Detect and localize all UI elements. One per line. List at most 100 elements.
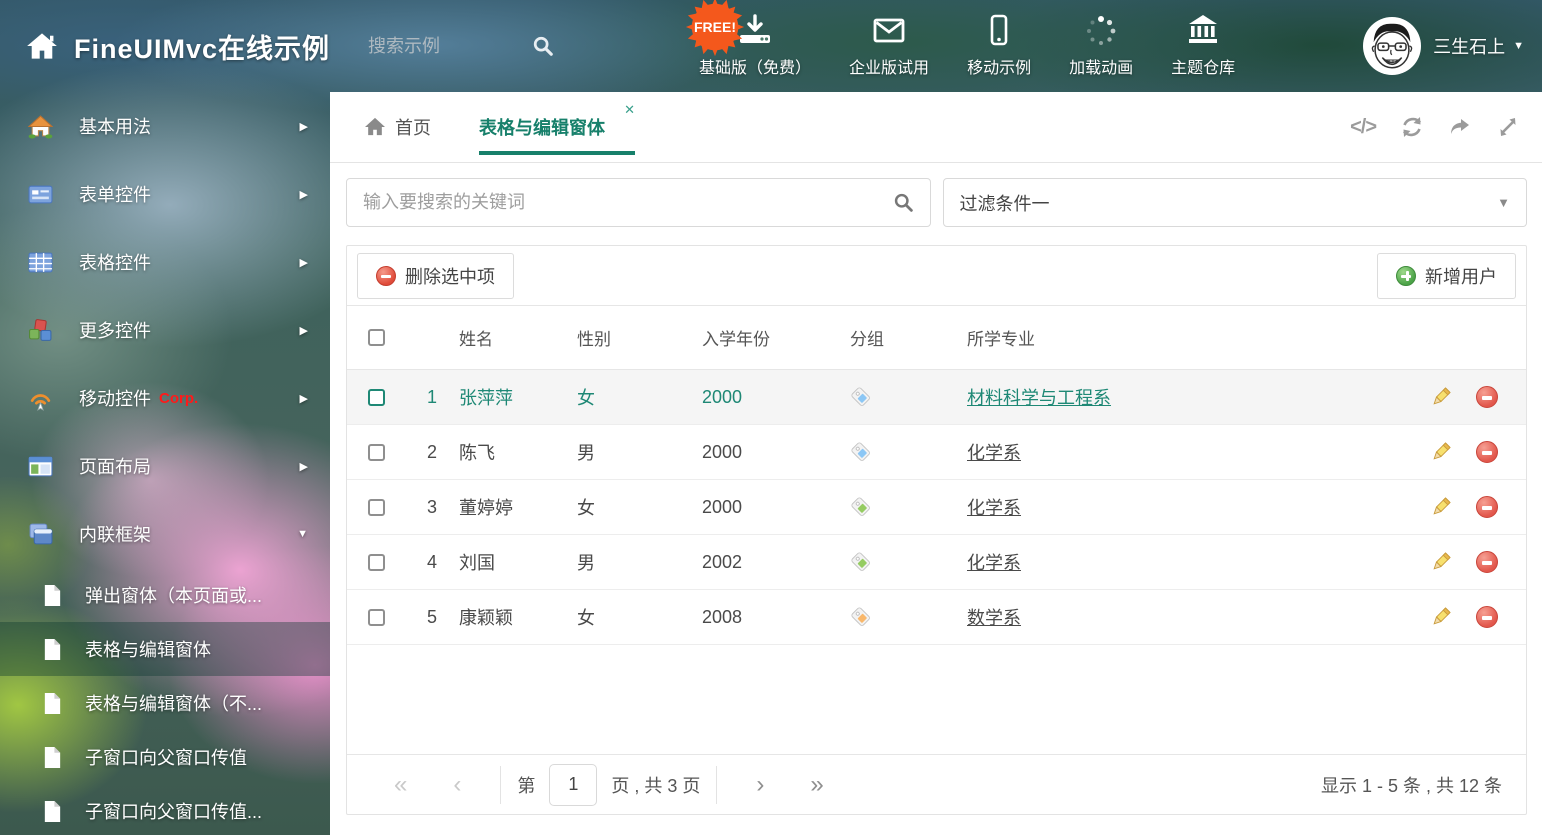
- tab-grid-edit-window[interactable]: 表格与编辑窗体 ✕: [479, 92, 635, 162]
- header-search-input[interactable]: [368, 36, 518, 57]
- sidebar-subitem-label: 子窗口向父窗口传值: [85, 744, 247, 770]
- sidebar-item-mobile-controls[interactable]: 移动控件 Corp. ▶: [0, 364, 330, 432]
- home-icon[interactable]: [26, 31, 58, 61]
- sidebar-item-iframe[interactable]: 内联框架 ▼: [0, 500, 330, 568]
- select-all-checkbox[interactable]: [368, 329, 385, 346]
- nav-label: 基础版（免费）: [699, 54, 811, 78]
- col-header-group: 分组: [850, 325, 967, 350]
- tag-icon: [850, 496, 967, 518]
- mobile-icon: [982, 14, 1016, 46]
- row-checkbox[interactable]: [368, 609, 385, 626]
- delete-selected-button[interactable]: 删除选中项: [357, 253, 514, 299]
- cell-name: 刘国: [459, 549, 577, 575]
- row-index: 1: [405, 387, 437, 408]
- chevron-right-icon: ▶: [300, 188, 308, 201]
- search-icon[interactable]: [893, 192, 914, 213]
- filter-dropdown[interactable]: 过滤条件一 ▼: [943, 178, 1528, 227]
- user-menu[interactable]: 三生石上 ▼: [1363, 17, 1524, 75]
- nav-enterprise-trial[interactable]: 企业版试用: [830, 14, 948, 78]
- file-icon: [42, 584, 63, 607]
- sidebar-subitem-child-to-parent-2[interactable]: 子窗口向父窗口传值...: [0, 784, 330, 835]
- envelope-icon: [872, 14, 906, 46]
- edit-button[interactable]: [1418, 606, 1464, 628]
- sidebar-subitem-child-to-parent[interactable]: 子窗口向父窗口传值: [0, 730, 330, 784]
- delete-row-button[interactable]: [1464, 606, 1526, 628]
- chevron-right-icon: ▶: [300, 460, 308, 473]
- sidebar-subitem-label: 表格与编辑窗体: [85, 636, 211, 662]
- major-link[interactable]: 化学系: [967, 553, 1021, 573]
- table-row: 3 董婷婷 女 2000 化学系: [347, 480, 1526, 535]
- sidebar-subitem-grid-edit-window-2[interactable]: 表格与编辑窗体（不...: [0, 676, 330, 730]
- delete-row-button[interactable]: [1464, 496, 1526, 518]
- next-page-button[interactable]: ›: [733, 773, 787, 797]
- keyword-search-input[interactable]: [363, 192, 893, 213]
- sidebar-item-more-controls[interactable]: 更多控件 ▶: [0, 296, 330, 364]
- close-icon[interactable]: ✕: [624, 102, 635, 118]
- frames-icon: [28, 522, 53, 547]
- header-nav: 基础版（免费） 企业版试用 移动示例: [680, 14, 1254, 78]
- app-title[interactable]: FineUIMvc在线示例: [74, 27, 330, 66]
- row-checkbox[interactable]: [368, 444, 385, 461]
- cell-name: 康颖颖: [459, 604, 577, 630]
- fullscreen-icon[interactable]: [1496, 115, 1520, 139]
- divider: [716, 766, 717, 804]
- chevron-right-icon: ▶: [300, 324, 308, 337]
- major-link[interactable]: 化学系: [967, 498, 1021, 518]
- col-header-year: 入学年份: [702, 325, 850, 350]
- sidebar-item-label: 内联框架: [79, 521, 151, 547]
- major-link[interactable]: 化学系: [967, 443, 1021, 463]
- delete-row-button[interactable]: [1464, 386, 1526, 408]
- prev-page-button[interactable]: ‹: [430, 773, 484, 797]
- sidebar-item-label: 表格控件: [79, 249, 151, 275]
- sidebar-subitem-popup-window[interactable]: 弹出窗体（本页面或...: [0, 568, 330, 622]
- edit-button[interactable]: [1418, 551, 1464, 573]
- chevron-right-icon: ▶: [300, 120, 308, 133]
- row-checkbox[interactable]: [368, 389, 385, 406]
- filter-row: 过滤条件一 ▼: [346, 178, 1527, 227]
- sidebar-item-page-layout[interactable]: 页面布局 ▶: [0, 432, 330, 500]
- pencil-icon: [1430, 386, 1452, 408]
- tag-icon: [850, 551, 967, 573]
- nav-label: 主题仓库: [1171, 54, 1235, 78]
- minus-circle-icon: [376, 266, 396, 286]
- nav-mobile-demo[interactable]: 移动示例: [948, 14, 1050, 78]
- open-new-window-icon[interactable]: [1448, 115, 1472, 139]
- page-number-input[interactable]: [549, 764, 597, 806]
- sidebar-item-form-controls[interactable]: 表单控件 ▶: [0, 160, 330, 228]
- nav-basic-edition[interactable]: 基础版（免费）: [680, 14, 830, 78]
- edit-button[interactable]: [1418, 441, 1464, 463]
- nav-theme-repo[interactable]: 主题仓库: [1152, 14, 1254, 78]
- major-link[interactable]: 数学系: [967, 608, 1021, 628]
- file-icon: [42, 800, 63, 823]
- tab-tools: </>: [1350, 92, 1520, 162]
- grid-panel: 删除选中项 新增用户 姓名 性别 入学年份 分组 所学专业 1 张萍萍 女 20…: [346, 245, 1527, 815]
- search-icon[interactable]: [532, 35, 554, 57]
- cell-gender: 女: [577, 604, 702, 630]
- cell-gender: 女: [577, 384, 702, 410]
- pencil-icon: [1430, 496, 1452, 518]
- cell-year: 2008: [702, 607, 850, 628]
- refresh-icon[interactable]: [1400, 115, 1424, 139]
- minus-circle-icon: [1476, 606, 1498, 628]
- avatar[interactable]: [1363, 17, 1421, 75]
- delete-row-button[interactable]: [1464, 441, 1526, 463]
- edit-button[interactable]: [1418, 496, 1464, 518]
- nav-label: 企业版试用: [849, 54, 929, 78]
- first-page-button[interactable]: «: [371, 773, 430, 797]
- add-user-button[interactable]: 新增用户: [1377, 253, 1516, 299]
- major-link[interactable]: 材料科学与工程系: [967, 388, 1111, 408]
- delete-row-button[interactable]: [1464, 551, 1526, 573]
- edit-button[interactable]: [1418, 386, 1464, 408]
- row-checkbox[interactable]: [368, 499, 385, 516]
- sidebar: 基本用法 ▶ 表单控件 ▶ 表格控件 ▶ 更多控件 ▶: [0, 92, 330, 835]
- nav-label: 加载动画: [1069, 54, 1133, 78]
- sidebar-item-basic-usage[interactable]: 基本用法 ▶: [0, 92, 330, 160]
- view-source-icon[interactable]: </>: [1350, 116, 1376, 139]
- sidebar-subitem-grid-edit-window[interactable]: 表格与编辑窗体: [0, 622, 330, 676]
- row-checkbox[interactable]: [368, 554, 385, 571]
- nav-loading-animation[interactable]: 加载动画: [1050, 14, 1152, 78]
- last-page-button[interactable]: »: [787, 773, 846, 797]
- tab-home[interactable]: 首页: [364, 114, 431, 140]
- minus-circle-icon: [1476, 496, 1498, 518]
- sidebar-item-grid-controls[interactable]: 表格控件 ▶: [0, 228, 330, 296]
